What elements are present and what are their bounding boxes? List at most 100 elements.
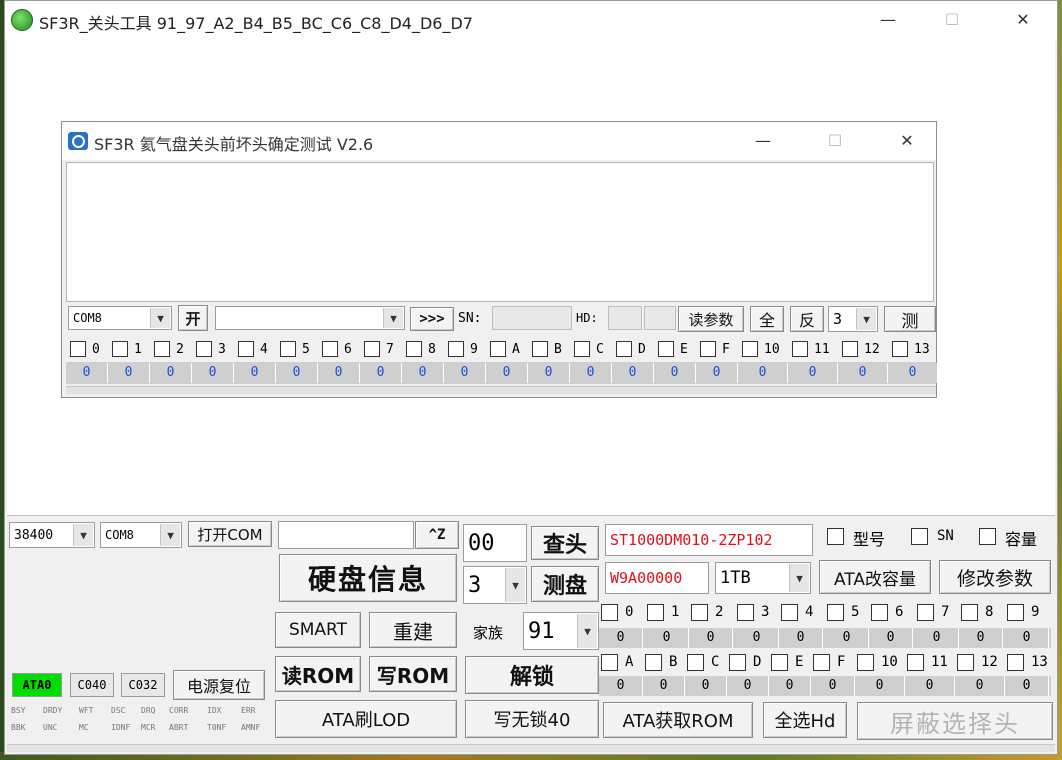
- dialog-maximize-button[interactable]: ☐: [812, 122, 858, 160]
- head-checkbox[interactable]: [917, 604, 934, 621]
- open-com-button[interactable]: 打开COM: [188, 521, 272, 547]
- disk-info-button[interactable]: 硬盘信息: [279, 554, 457, 602]
- ata-flash-lod-button[interactable]: ATA刷LOD: [275, 700, 457, 738]
- dialog-head-checkbox[interactable]: [70, 341, 86, 357]
- maximize-button[interactable]: ☐: [929, 1, 975, 39]
- dialog-head-checkbox[interactable]: [490, 341, 506, 357]
- rebuild-button[interactable]: 重建: [369, 612, 457, 648]
- dialog-head-checkbox[interactable]: [112, 341, 128, 357]
- command-input[interactable]: [278, 521, 414, 549]
- chevron-down-icon[interactable]: ▼: [160, 524, 180, 546]
- chevron-down-icon[interactable]: ▼: [577, 614, 597, 648]
- dialog-head-checkbox[interactable]: [892, 341, 908, 357]
- dialog-head-checkbox[interactable]: [322, 341, 338, 357]
- ata-change-capacity-button[interactable]: ATA改容量: [819, 560, 931, 594]
- capacity-checkbox[interactable]: [979, 528, 996, 545]
- dialog-scrollbar[interactable]: [66, 386, 936, 394]
- status-flag-label: ERR: [241, 706, 256, 715]
- head-checkbox[interactable]: [601, 654, 618, 671]
- head-checkbox[interactable]: [1007, 654, 1024, 671]
- dialog-count-select[interactable]: 3 ▼: [828, 306, 878, 332]
- dialog-head-checkbox[interactable]: [532, 341, 548, 357]
- chevron-down-icon[interactable]: ▼: [73, 524, 93, 546]
- sn-checkbox[interactable]: [911, 528, 928, 545]
- dialog-send-button[interactable]: >>>: [410, 307, 454, 331]
- model-field[interactable]: ST1000DM010-2ZP102: [605, 524, 813, 556]
- dialog-head-checkbox[interactable]: [154, 341, 170, 357]
- close-button[interactable]: ✕: [1000, 1, 1046, 39]
- head-checkbox[interactable]: [961, 604, 978, 621]
- head-checkbox[interactable]: [645, 654, 662, 671]
- power-reset-button[interactable]: 电源复位: [173, 670, 265, 700]
- dialog-head-checkbox[interactable]: [742, 341, 758, 357]
- dialog-close-button[interactable]: ✕: [884, 122, 930, 160]
- dialog-hd-field-2: [644, 306, 676, 330]
- dialog-head-checkbox[interactable]: [658, 341, 674, 357]
- com-select[interactable]: COM8 ▼: [100, 522, 182, 548]
- head-checkbox[interactable]: [691, 604, 708, 621]
- read-rom-button[interactable]: 读ROM: [275, 656, 361, 692]
- dialog-log-area[interactable]: [66, 162, 934, 302]
- dialog-head-checkbox[interactable]: [700, 341, 716, 357]
- head-count-select[interactable]: 3 ▼: [463, 566, 527, 604]
- head-checkbox[interactable]: [647, 604, 664, 621]
- dialog-head-checkbox[interactable]: [406, 341, 422, 357]
- modify-param-button[interactable]: 修改参数: [939, 560, 1051, 594]
- unlock-button[interactable]: 解锁: [465, 656, 599, 694]
- select-all-heads-button[interactable]: 全选Hd: [763, 702, 847, 738]
- head-checkbox[interactable]: [827, 604, 844, 621]
- ata-get-rom-button[interactable]: ATA获取ROM: [603, 702, 753, 738]
- dialog-com-select[interactable]: COM8 ▼: [68, 306, 172, 330]
- chevron-down-icon[interactable]: ▼: [856, 308, 876, 330]
- head-checkbox[interactable]: [1007, 604, 1024, 621]
- mask-select-head-button[interactable]: 屏蔽选择头: [857, 702, 1053, 740]
- dialog-head-checkbox[interactable]: [238, 341, 254, 357]
- chevron-down-icon[interactable]: ▼: [150, 308, 170, 328]
- smart-button[interactable]: SMART: [275, 612, 361, 648]
- dialog-head-checkbox[interactable]: [842, 341, 858, 357]
- dialog-head-value: 0: [108, 363, 150, 383]
- test-disk-button[interactable]: 测盘: [531, 566, 599, 602]
- head-checkbox[interactable]: [601, 604, 618, 621]
- head-checkbox[interactable]: [737, 604, 754, 621]
- head-checkbox[interactable]: [729, 654, 746, 671]
- write-rom-button[interactable]: 写ROM: [369, 656, 457, 692]
- capacity-select[interactable]: 1TB ▼: [715, 562, 811, 594]
- head-checkbox[interactable]: [813, 654, 830, 671]
- head-checkbox[interactable]: [907, 654, 924, 671]
- dialog-head-checkbox[interactable]: [616, 341, 632, 357]
- dialog-head-checkbox[interactable]: [364, 341, 380, 357]
- head-checkbox[interactable]: [957, 654, 974, 671]
- bottom-scrollbar[interactable]: [7, 744, 1055, 752]
- invert-button[interactable]: 反: [790, 306, 824, 332]
- head-checkbox[interactable]: [857, 654, 874, 671]
- chevron-down-icon[interactable]: ▼: [383, 308, 403, 328]
- minimize-button[interactable]: —: [865, 1, 911, 39]
- hex-input[interactable]: 00: [463, 524, 527, 562]
- head-checkbox[interactable]: [771, 654, 788, 671]
- dialog-open-button[interactable]: 开: [178, 305, 208, 331]
- head-checkbox[interactable]: [687, 654, 704, 671]
- test-button[interactable]: 测: [884, 306, 936, 332]
- chevron-down-icon[interactable]: ▼: [789, 564, 809, 592]
- dialog-minimize-button[interactable]: —: [740, 122, 786, 160]
- dialog-head-checkbox[interactable]: [792, 341, 808, 357]
- dialog-head-checkbox[interactable]: [448, 341, 464, 357]
- head-value: 0: [811, 676, 855, 696]
- chevron-down-icon[interactable]: ▼: [505, 568, 525, 602]
- read-param-button[interactable]: 读参数: [678, 306, 744, 332]
- dialog-head-checkbox[interactable]: [196, 341, 212, 357]
- head-checkbox[interactable]: [781, 604, 798, 621]
- select-all-button[interactable]: 全: [750, 306, 784, 332]
- head-checkbox[interactable]: [871, 604, 888, 621]
- find-head-button[interactable]: 查头: [531, 526, 599, 560]
- write-no-lock-button[interactable]: 写无锁40: [465, 700, 599, 738]
- model-checkbox[interactable]: [827, 528, 844, 545]
- family-select[interactable]: 91 ▼: [523, 612, 599, 650]
- serial-field[interactable]: W9A00000: [605, 562, 709, 594]
- baud-select[interactable]: 38400 ▼: [9, 522, 95, 548]
- dialog-command-select[interactable]: ▼: [215, 306, 405, 330]
- ctrl-z-button[interactable]: ^Z: [415, 521, 459, 549]
- dialog-head-checkbox[interactable]: [574, 341, 590, 357]
- dialog-head-checkbox[interactable]: [280, 341, 296, 357]
